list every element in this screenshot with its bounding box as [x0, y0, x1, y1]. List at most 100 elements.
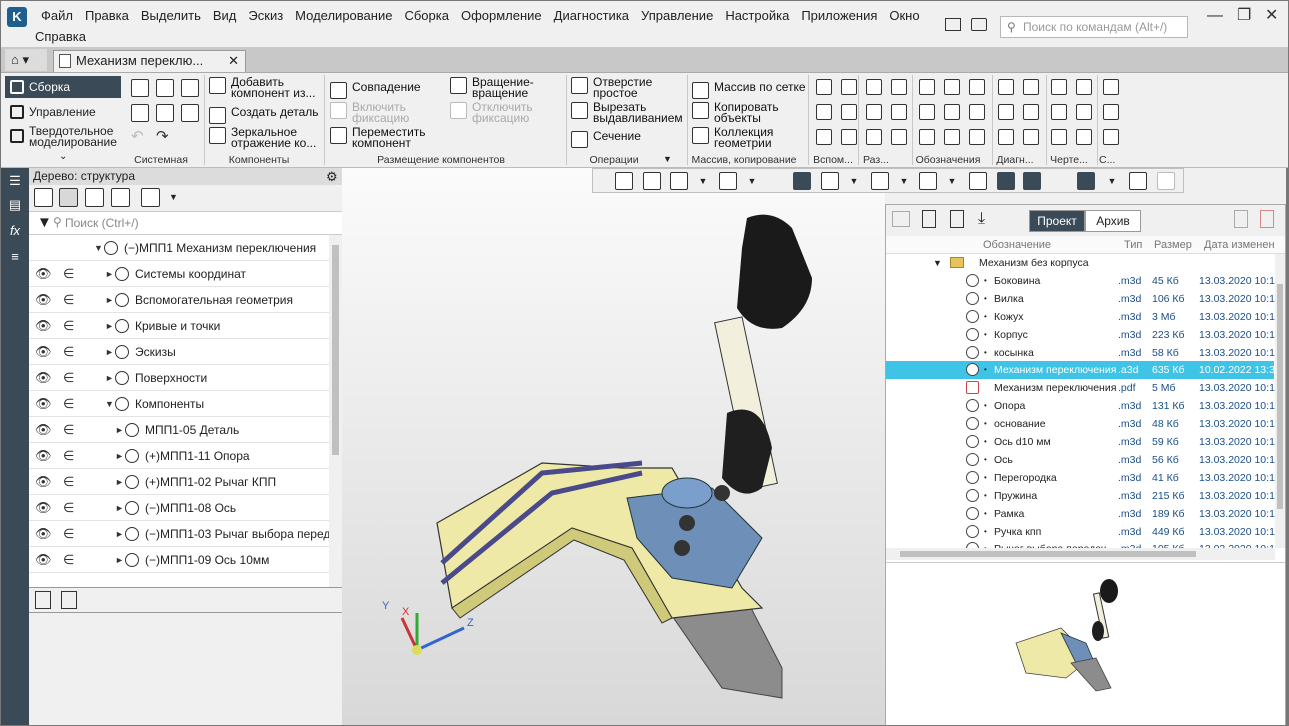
pan-dropdown-icon[interactable]: ▼ [747, 172, 757, 190]
include-icon[interactable]: ∈ [63, 365, 74, 390]
bill-icon[interactable] [1076, 129, 1092, 145]
minimize-button[interactable]: — [1207, 7, 1223, 25]
display-dropdown-icon[interactable]: ▼ [849, 172, 859, 190]
tree-row[interactable]: ▼ (−)МПП1 Механизм переключения [29, 235, 329, 261]
add-component-button[interactable]: Добавить компонент из... [209, 76, 321, 99]
drawing-view-icon[interactable] [1051, 79, 1067, 95]
section-view-icon[interactable] [969, 172, 987, 190]
library-hscrollbar[interactable] [886, 548, 1275, 560]
include-icon[interactable]: ∈ [63, 469, 74, 494]
menu-item-9[interactable]: Управление [635, 8, 719, 24]
tree-row[interactable]: 👁 ∈ ► (−)МПП1-09 Ось 10мм [29, 547, 329, 573]
measure-icon[interactable] [1129, 172, 1147, 190]
extra-icon[interactable] [1103, 129, 1119, 145]
layers-icon[interactable]: ≡ [5, 247, 25, 267]
zoom-icon[interactable] [670, 172, 688, 190]
datum-icon[interactable] [969, 129, 985, 145]
diagnostic-check-icon[interactable] [998, 79, 1014, 95]
tree-row[interactable]: 👁 ∈ ► МПП1-05 Деталь [29, 417, 329, 443]
library-file-row[interactable]: • основание .m3d 48 Кб 13.03.2020 10:18 [886, 415, 1275, 433]
library-file-row[interactable]: • Вилка .m3d 106 Кб 13.03.2020 10:18 [886, 290, 1275, 308]
include-icon[interactable]: ∈ [63, 313, 74, 338]
rotation-button[interactable]: Вращение-вращение [450, 76, 560, 99]
view-fit-icon[interactable] [643, 172, 661, 190]
move-component-button[interactable]: Переместить компонент [330, 126, 440, 149]
tree-hierarchy-icon[interactable] [59, 188, 78, 207]
aux-axis-icon[interactable] [816, 79, 832, 95]
extra-icon[interactable] [1103, 79, 1119, 95]
restore-button[interactable]: ❐ [1237, 7, 1251, 25]
library-file-row[interactable]: • Боковина .m3d 45 Кб 13.03.2020 10:18 [886, 272, 1275, 290]
menu-item-5[interactable]: Моделирование [289, 8, 398, 24]
tree-row[interactable]: 👁 ∈ ► Эскизы [29, 339, 329, 365]
extra-icon[interactable] [1103, 104, 1119, 120]
include-icon[interactable]: ∈ [63, 547, 74, 572]
visibility-icon[interactable] [919, 172, 937, 190]
tab-project[interactable]: Проект [1029, 210, 1085, 232]
print-icon[interactable] [131, 104, 149, 122]
3d-viewport[interactable]: Y X Z [342, 168, 885, 725]
expand-arrow-icon[interactable]: ► [105, 261, 114, 286]
surface-finish-icon[interactable] [919, 104, 935, 120]
redo-icon[interactable]: ↷ [156, 127, 169, 145]
dimension-angle-icon[interactable] [891, 79, 907, 95]
filter-icon[interactable]: ▼ [37, 214, 52, 231]
variables-icon[interactable]: fx [5, 221, 25, 241]
operations-dropdown-icon[interactable]: ▼ [663, 154, 672, 164]
close-project-icon[interactable] [1260, 210, 1274, 228]
library-file-row[interactable]: • Рамка .m3d 189 Кб 13.03.2020 10:18 [886, 505, 1275, 523]
expand-arrow-icon[interactable]: ► [115, 443, 124, 468]
drawing-view-icon[interactable] [1051, 129, 1067, 145]
expand-arrow-icon[interactable]: ▼ [105, 391, 114, 416]
tree-select-icon[interactable] [111, 188, 130, 207]
tree-row[interactable]: 👁 ∈ ▼ Компоненты [29, 391, 329, 417]
interference-icon[interactable] [1023, 104, 1039, 120]
menu-item-help[interactable]: Справка [29, 29, 92, 45]
col-date[interactable]: Дата изменения [1204, 236, 1274, 254]
menu-item-8[interactable]: Диагностика [548, 8, 635, 24]
dimension-angle-icon[interactable] [891, 129, 907, 145]
aux-plane-icon[interactable] [841, 104, 857, 120]
diagnostic-check-icon[interactable] [998, 104, 1014, 120]
menu-item-12[interactable]: Окно [883, 8, 925, 24]
visibility-eye-icon[interactable]: 👁 [35, 313, 52, 338]
tree-components-icon[interactable] [85, 188, 104, 207]
filter-dropdown-icon[interactable]: ▼ [1107, 172, 1117, 190]
library-file-row[interactable]: • Ось d10 мм .m3d 59 Кб 13.03.2020 10:18 [886, 433, 1275, 451]
menu-item-1[interactable]: Правка [79, 8, 135, 24]
layout-toggle-icon[interactable] [945, 18, 961, 31]
disable-fix-button[interactable]: Отключить фиксацию [450, 101, 560, 124]
datum-icon[interactable] [969, 79, 985, 95]
home-tab[interactable]: ⌂ ▾ [5, 49, 47, 71]
tree-panel-icon[interactable]: ☰ [5, 171, 25, 191]
wireframe-view-icon[interactable] [821, 172, 839, 190]
new-document-icon[interactable] [131, 79, 149, 97]
view-origin-icon[interactable] [615, 172, 633, 190]
visibility-eye-icon[interactable]: 👁 [35, 547, 52, 572]
library-file-row[interactable]: • Перегородка .m3d 41 Кб 13.03.2020 10:18 [886, 469, 1275, 487]
visibility-eye-icon[interactable]: 👁 [35, 443, 52, 468]
section-button[interactable]: Сечение [571, 130, 683, 148]
visibility-eye-icon[interactable]: 👁 [35, 391, 52, 416]
create-part-button[interactable]: Создать деталь [209, 106, 321, 124]
interference-icon[interactable] [1023, 129, 1039, 145]
command-search-input[interactable]: ⚲ Поиск по командам (Alt+/) [1000, 16, 1188, 38]
menu-item-0[interactable]: Файл [35, 8, 79, 24]
new-file-icon[interactable] [922, 210, 936, 228]
screenshot-icon[interactable] [971, 18, 987, 31]
mode-management[interactable]: Управление [5, 101, 121, 123]
tree-row[interactable]: 👁 ∈ ► Вспомогательная геометрия [29, 287, 329, 313]
hide-icon[interactable] [871, 172, 889, 190]
copy-objects-button[interactable]: Копировать объекты [692, 101, 806, 124]
menu-item-11[interactable]: Приложения [795, 8, 883, 24]
drawing-view-icon[interactable] [1051, 104, 1067, 120]
expand-arrow-icon[interactable]: ► [115, 521, 124, 546]
expand-arrow-icon[interactable]: ► [105, 339, 114, 364]
col-designation[interactable]: Обозначение [983, 236, 1051, 254]
visibility-eye-icon[interactable]: 👁 [35, 417, 52, 442]
tree-row[interactable]: 👁 ∈ ► Системы координат [29, 261, 329, 287]
col-size[interactable]: Размер [1154, 236, 1192, 254]
dimension-icon[interactable] [866, 129, 882, 145]
library-file-row[interactable]: • Опора .m3d 131 Кб 13.03.2020 10:18 [886, 397, 1275, 415]
menu-item-10[interactable]: Настройка [719, 8, 795, 24]
